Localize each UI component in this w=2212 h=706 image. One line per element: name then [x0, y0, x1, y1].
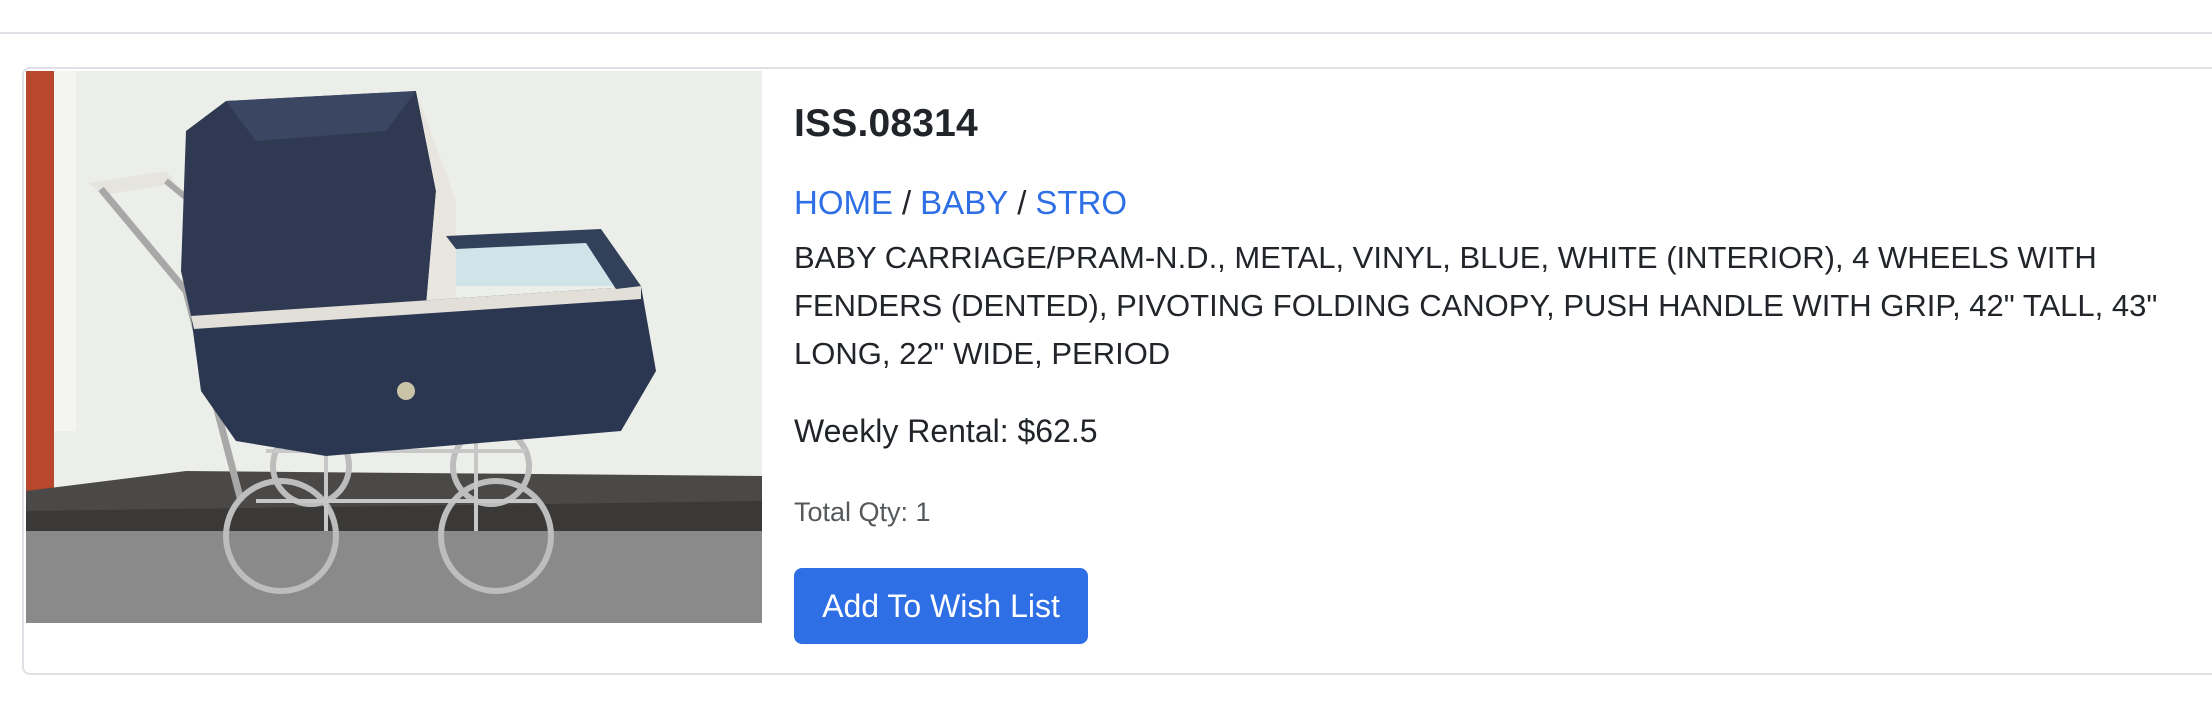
- breadcrumb-separator: /: [1017, 184, 1027, 221]
- breadcrumb-baby-link[interactable]: BABY: [920, 184, 1008, 221]
- page-divider: [0, 32, 2212, 34]
- add-to-wish-list-button[interactable]: Add To Wish List: [794, 568, 1088, 644]
- breadcrumb-separator: /: [902, 184, 912, 221]
- breadcrumb-stro-link[interactable]: STRO: [1035, 184, 1127, 221]
- product-card: ISS.08314 HOME / BABY / STRO BABY CARRIAGE/P…: [22, 67, 2212, 675]
- baby-carriage-photo: [26, 71, 762, 623]
- breadcrumb-home-link[interactable]: HOME: [794, 184, 893, 221]
- item-code: ISS.08314: [794, 102, 978, 145]
- product-description: BABY CARRIAGE/PRAM-N.D., METAL, VINYL, B…: [794, 240, 2158, 371]
- weekly-rental-price: Weekly Rental: $62.5: [794, 413, 1098, 449]
- breadcrumb: HOME / BABY / STRO: [794, 184, 1127, 222]
- total-quantity: Total Qty: 1: [794, 497, 931, 527]
- product-image[interactable]: [26, 71, 762, 623]
